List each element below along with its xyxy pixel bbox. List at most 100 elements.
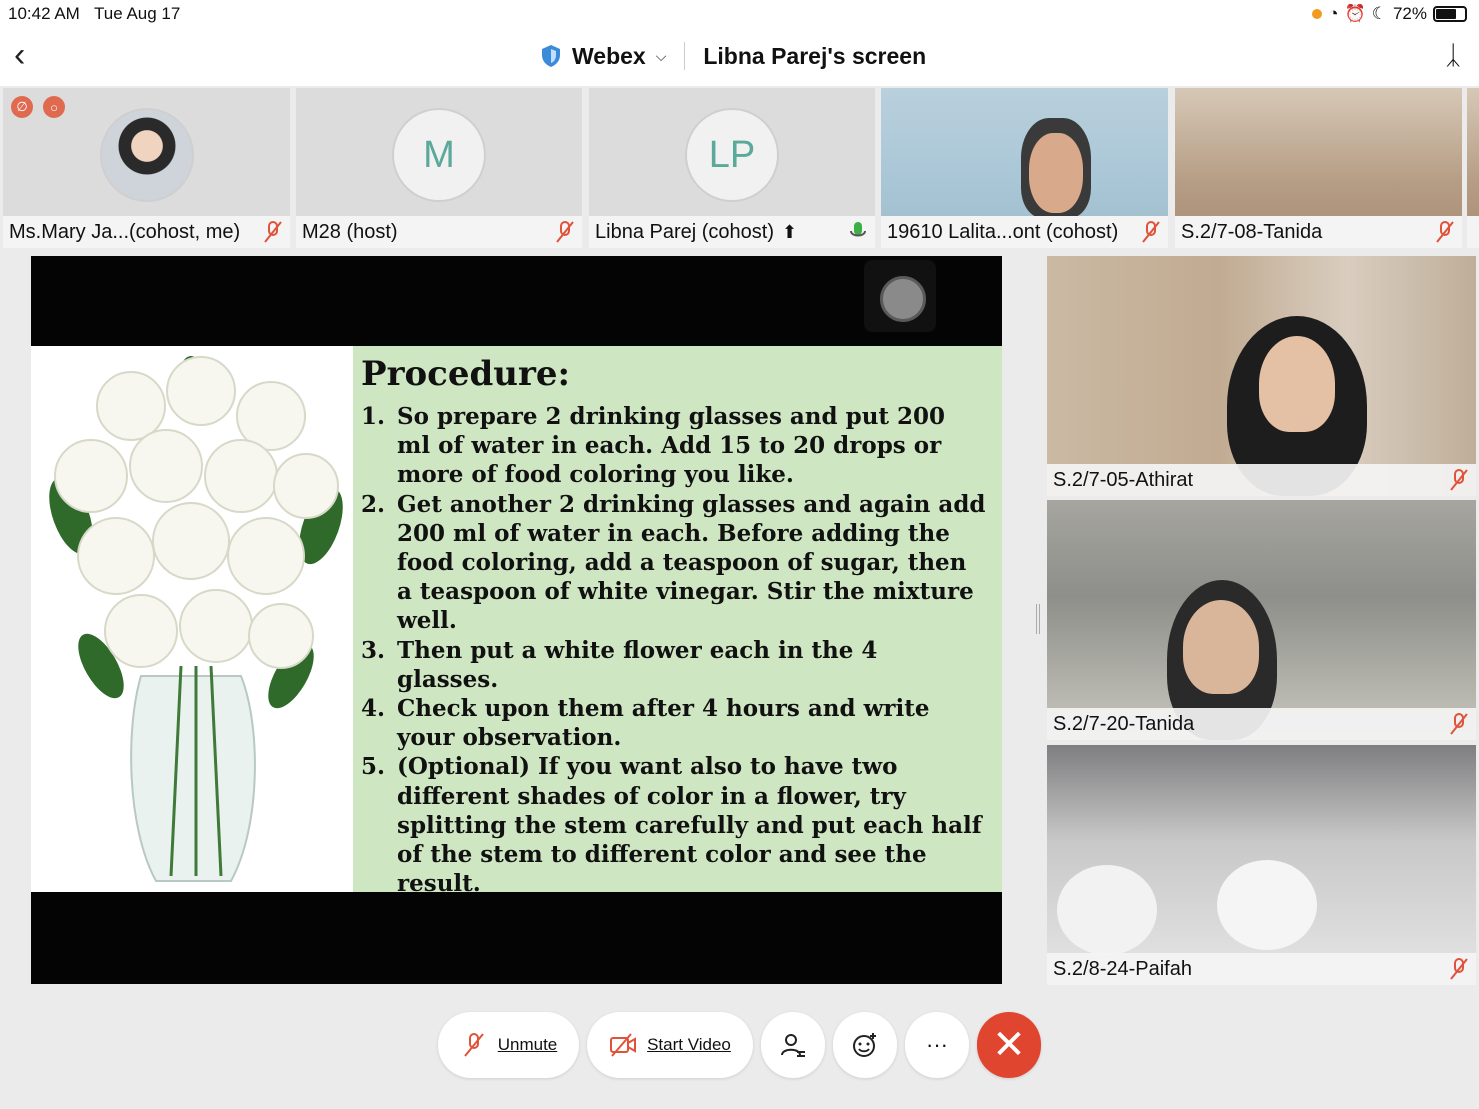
meeting-header: ‹ Webex ⌵ Libna Parej's screen ᛣ <box>0 28 1479 86</box>
participant-label: S.2/7-05-Athirat <box>1047 464 1476 496</box>
start-video-button[interactable]: Start Video <box>587 1012 753 1078</box>
participant-tile[interactable]: M M28 (host) <box>296 88 582 248</box>
shield-icon <box>542 45 560 67</box>
procedure-step: 4. Check upon them after 4 hours and writ… <box>361 694 986 752</box>
resize-handle[interactable] <box>1036 604 1040 634</box>
procedure-steps: 1. So prepare 2 drinking glasses and put … <box>361 402 986 898</box>
procedure-step: 5. (Optional) If you want also to have tw… <box>361 752 986 898</box>
procedure-step: 3. Then put a white flower each in the 4 … <box>361 636 986 694</box>
step-number: 2. <box>361 490 386 518</box>
step-number: 3. <box>361 636 386 664</box>
participant-tile[interactable]: S.2/7-08-Tanida <box>1175 88 1462 248</box>
emoji-icon <box>853 1033 876 1057</box>
slide-title: Procedure: <box>361 354 571 394</box>
video-feed-face <box>1183 600 1259 694</box>
status-indicators: ◔ ⏰ ☾ 72% <box>1312 4 1467 24</box>
moon-icon: ☾ <box>1371 4 1387 23</box>
leave-meeting-button[interactable]: ✕ <box>977 1012 1041 1078</box>
participant-label: S <box>1467 216 1479 248</box>
shared-screen[interactable]: Procedure: 1. So prepare 2 drinking glass… <box>31 256 1002 984</box>
avatar: LP <box>685 108 779 202</box>
mic-off-icon <box>1450 713 1468 735</box>
procedure-step: 1. So prepare 2 drinking glasses and put … <box>361 402 986 490</box>
mic-off-icon <box>556 221 574 243</box>
procedure-step: 2. Get another 2 drinking glasses and aga… <box>361 490 986 636</box>
meeting-toolbar: Unmute Start Video ··· ✕ <box>0 1012 1479 1078</box>
close-icon: ✕ <box>992 1023 1026 1067</box>
video-tile[interactable]: S.2/7-20-Tanida <box>1047 500 1476 740</box>
bluetooth-icon[interactable]: ᛣ <box>1445 40 1461 71</box>
participants-icon <box>781 1034 805 1057</box>
mic-on-icon <box>850 222 866 237</box>
procedure-text: Procedure: 1. So prepare 2 drinking glass… <box>353 346 1002 897</box>
participant-name: Ms.Mary Ja...(cohost, me) <box>9 220 241 243</box>
participant-name: S.2/7-08-Tanida <box>1181 220 1323 243</box>
participant-label: M28 (host) <box>296 216 582 248</box>
mic-off-icon <box>1450 469 1468 491</box>
page-title: Libna Parej's screen <box>703 42 927 69</box>
step-text: Check upon them after 4 hours and write … <box>397 695 930 752</box>
participant-name: Libna Parej (cohost) <box>595 220 774 243</box>
unmute-button[interactable]: Unmute <box>438 1012 579 1078</box>
chevron-down-icon[interactable]: ⌵ <box>656 48 667 65</box>
participant-tile[interactable]: S <box>1467 88 1479 248</box>
participant-label: S.2/7-08-Tanida <box>1175 216 1462 248</box>
recording-dot-icon <box>1312 9 1323 19</box>
mic-off-icon <box>1142 221 1160 243</box>
title-group: Webex ⌵ Libna Parej's screen <box>540 42 926 70</box>
participant-tile[interactable]: 19610 Lalita...ont (cohost) <box>881 88 1168 248</box>
participant-name: S.2/7-05-Athirat <box>1053 468 1194 491</box>
more-options-button[interactable]: ··· <box>905 1012 969 1078</box>
flower-vase-image <box>31 346 353 892</box>
status-time: 10:42 AM Tue Aug 17 <box>8 4 181 23</box>
video-feed-flower <box>1217 860 1317 950</box>
participant-label: S.2/8-24-Paifah <box>1047 953 1476 985</box>
avatar <box>99 108 194 202</box>
participant-tile[interactable]: LP Libna Parej (cohost) ⬆︎ <box>589 88 875 248</box>
mic-off-icon <box>463 1033 484 1057</box>
mic-off-icon <box>1436 221 1454 243</box>
unmute-label: Unmute <box>497 1035 558 1054</box>
participant-strip[interactable]: ∅ ○ Ms.Mary Ja...(cohost, me) M M28 (hos… <box>0 88 1479 248</box>
start-video-label: Start Video <box>647 1035 731 1054</box>
header-divider <box>684 42 686 70</box>
video-tile[interactable]: S.2/7-05-Athirat <box>1047 256 1476 496</box>
step-number: 1. <box>361 403 386 430</box>
mic-off-badge-icon: ∅ <box>11 96 33 118</box>
participant-tile[interactable]: ∅ ○ Ms.Mary Ja...(cohost, me) <box>3 88 290 248</box>
participant-label: S.2/7-20-Tanida <box>1047 708 1476 740</box>
participant-name: S.2/7-20-Tanida <box>1053 712 1195 735</box>
video-feed-face <box>1029 133 1083 213</box>
reactions-button[interactable] <box>833 1012 897 1078</box>
participant-name: 19610 Lalita...ont (cohost) <box>887 220 1119 243</box>
participant-name: S.2/8-24-Paifah <box>1053 957 1192 980</box>
presentation-slide: Procedure: 1. So prepare 2 drinking glass… <box>31 346 1002 897</box>
participants-button[interactable] <box>761 1012 825 1078</box>
step-number: 4. <box>361 695 386 723</box>
wifi-icon: ◔ <box>1328 4 1339 23</box>
battery-percent: 72% <box>1392 4 1427 23</box>
video-off-icon <box>610 1033 637 1057</box>
avatar: M <box>392 108 486 202</box>
white-roses-illustration <box>49 356 343 882</box>
participant-label: 19610 Lalita...ont (cohost) <box>881 216 1168 248</box>
participant-label: Libna Parej (cohost) ⬆︎ <box>589 216 875 248</box>
battery-icon <box>1433 6 1467 22</box>
mic-off-icon <box>264 221 282 243</box>
record-badge-icon: ○ <box>43 96 65 118</box>
share-screen-icon: ⬆︎ <box>781 221 798 242</box>
alarm-icon: ⏰ <box>1344 4 1366 23</box>
status-bar: 10:42 AM Tue Aug 17 ◔ ⏰ ☾ 72% <box>0 0 1479 28</box>
app-name-dropdown[interactable]: Webex <box>572 43 646 70</box>
video-tile[interactable]: S.2/8-24-Paifah <box>1047 745 1476 985</box>
step-number: 5. <box>361 753 386 781</box>
step-text: So prepare 2 drinking glasses and put 20… <box>397 403 946 489</box>
step-text: Get another 2 drinking glasses and again… <box>397 490 986 635</box>
video-feed-face <box>1259 336 1335 432</box>
participant-label: Ms.Mary Ja...(cohost, me) <box>3 216 290 248</box>
participant-name: M28 (host) <box>302 220 398 243</box>
camera-preview-icon <box>864 260 936 332</box>
step-text: (Optional) If you want also to have two … <box>397 753 982 898</box>
mic-off-icon <box>1450 958 1468 980</box>
back-chevron-icon[interactable]: ‹ <box>14 38 25 72</box>
